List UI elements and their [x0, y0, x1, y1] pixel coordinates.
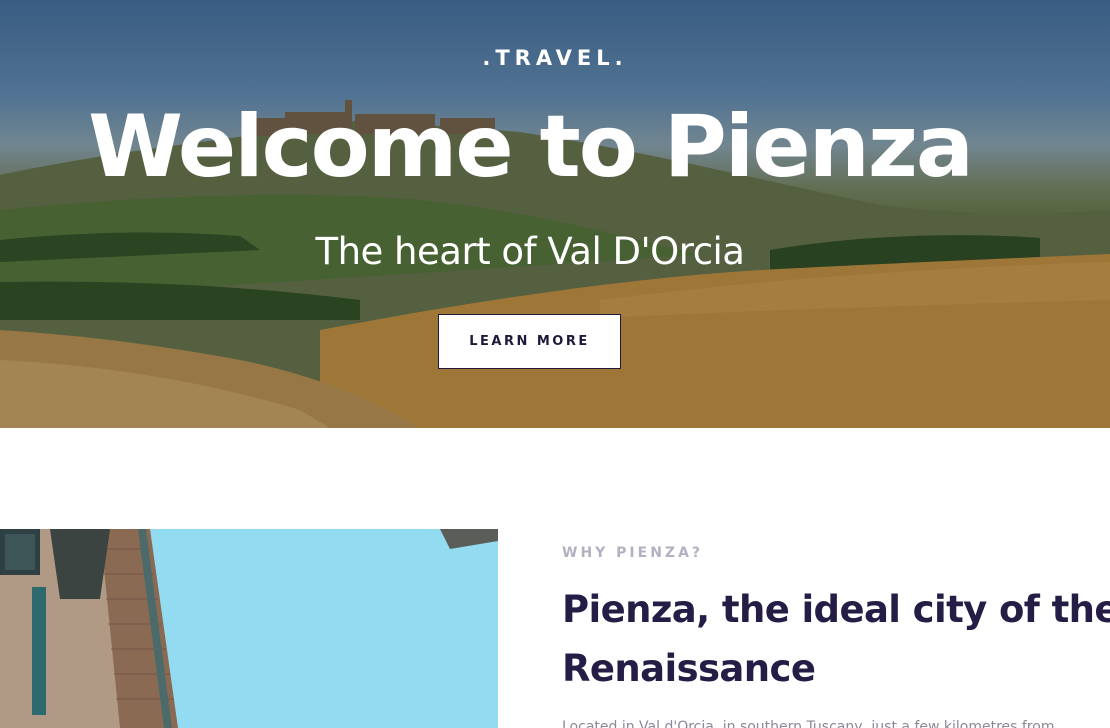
hero-tagline: .TRAVEL.	[482, 46, 628, 70]
hero-section: .TRAVEL. Welcome to Pienza The heart of …	[0, 0, 1110, 428]
hero-subtitle: The heart of Val D'Orcia	[315, 230, 745, 273]
hero-title: Welcome to Pienza	[88, 97, 974, 197]
section-title: Pienza, the ideal city of the Renaissanc…	[562, 580, 1110, 698]
section-title-line-2: Renaissance	[562, 647, 816, 690]
section-title-line-1: Pienza, the ideal city of the	[562, 588, 1110, 631]
street-photo	[0, 529, 498, 728]
learn-more-button[interactable]: LEARN MORE	[438, 314, 621, 369]
section-eyebrow: WHY PIENZA?	[562, 545, 704, 561]
section-body-text: Located in Val d'Orcia, in southern Tusc…	[562, 719, 1055, 728]
